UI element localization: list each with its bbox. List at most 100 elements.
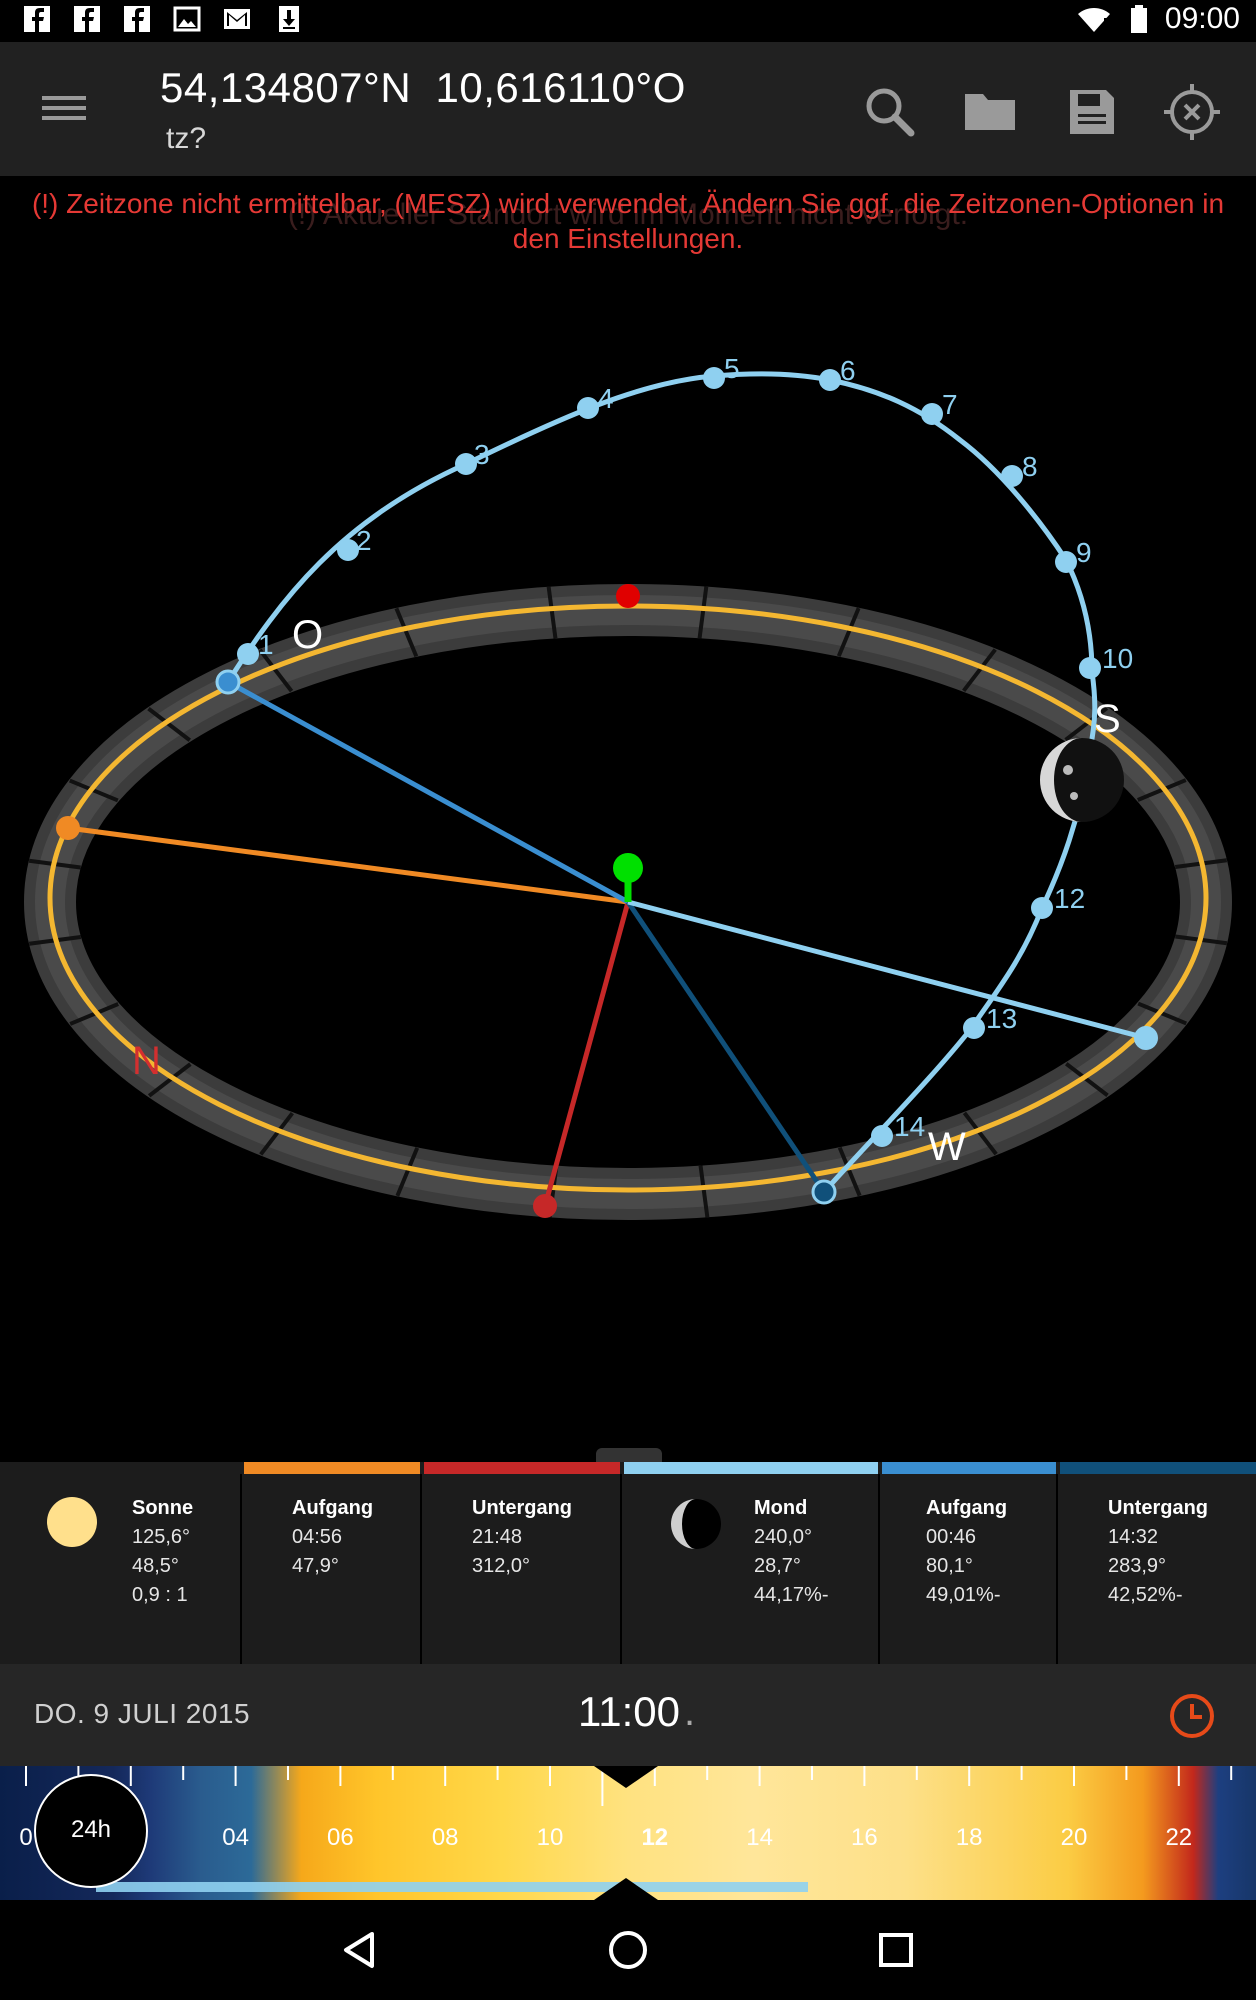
battery-icon xyxy=(1131,5,1147,33)
sunset-time: 21:48 xyxy=(472,1526,523,1548)
sunrise-azimuth-line xyxy=(67,825,629,905)
moonset-azimuth: 283,9° xyxy=(1108,1555,1167,1577)
sun-title: Sonne xyxy=(132,1497,194,1519)
timeline-hour-label: 12 xyxy=(641,1824,669,1851)
facebook-icon xyxy=(24,6,50,32)
folder-icon[interactable] xyxy=(960,82,1020,142)
moon-path xyxy=(225,371,1098,1194)
save-icon[interactable] xyxy=(1062,82,1122,142)
compass-east: O xyxy=(292,613,323,657)
gmail-icon xyxy=(224,9,250,29)
sun-moon-diagram[interactable]: 1 2 3 4 5 6 7 8 9 10 12 13 14 N O S W xyxy=(0,250,1256,1440)
wifi-icon xyxy=(1078,8,1110,32)
compass-west: W xyxy=(928,1125,966,1169)
hour-9-marker xyxy=(1055,551,1077,573)
moon-title: Mond xyxy=(754,1497,808,1519)
timeline-hour-label: 22 xyxy=(1165,1824,1193,1851)
hour-label: 1 xyxy=(258,629,274,660)
sunrise-azimuth: 47,9° xyxy=(292,1555,339,1577)
moonrise-illumination: 49,01%- xyxy=(926,1584,1001,1606)
sunrise-color-strip xyxy=(244,1462,420,1474)
moonrise-marker xyxy=(215,669,241,695)
date-time-row: DO. 9 JULI 2015 11:00 . xyxy=(0,1664,1256,1766)
hour-label: 10 xyxy=(1102,643,1133,674)
date-display[interactable]: DO. 9 JULI 2015 xyxy=(34,1698,250,1730)
moonset-illumination: 42,52%- xyxy=(1108,1584,1183,1606)
moonset-color-strip xyxy=(1060,1462,1256,1474)
recents-icon[interactable] xyxy=(876,1930,916,1970)
timeline-hour-label: 08 xyxy=(431,1824,459,1851)
moon-icon[interactable] xyxy=(1040,738,1124,822)
sun-info[interactable]: Sonne 125,6° 48,5° 0,9 : 1 xyxy=(0,1474,242,1664)
panel-drag-handle[interactable] xyxy=(596,1448,662,1462)
hour-6-marker xyxy=(819,369,841,391)
hour-13-marker xyxy=(963,1017,985,1039)
moonset-marker xyxy=(811,1179,837,1205)
moonrise-info[interactable]: Aufgang 00:46 80,1° 49,01%- xyxy=(880,1474,1058,1664)
timezone-label: tz? xyxy=(166,122,207,155)
hour-label: 7 xyxy=(942,389,958,420)
hour-1-marker xyxy=(237,643,259,665)
search-icon[interactable] xyxy=(860,82,920,142)
home-icon[interactable] xyxy=(606,1928,650,1972)
coordinates-title[interactable]: 54,134807°N 10,616110°O xyxy=(160,64,686,112)
timeline-hour-label: 0 xyxy=(19,1824,33,1851)
hour-label: 8 xyxy=(1022,451,1038,482)
sunset-title: Untergang xyxy=(472,1497,572,1519)
hour-label: 9 xyxy=(1076,537,1092,568)
timeline-top-pointer xyxy=(594,1766,658,1788)
moonrise-azimuth-line xyxy=(226,679,630,905)
time-display[interactable]: 11:00 xyxy=(578,1688,680,1736)
timeline-hour-label: 06 xyxy=(327,1824,354,1851)
hour-label: 6 xyxy=(840,355,856,386)
timeline-hour-label: 20 xyxy=(1060,1824,1088,1851)
moonrise-title: Aufgang xyxy=(926,1497,1008,1519)
hamburger-menu-icon[interactable] xyxy=(38,88,90,128)
moon-phase-icon xyxy=(671,1499,721,1549)
crosshair-icon[interactable] xyxy=(1162,82,1222,142)
sunrise-marker xyxy=(56,816,80,840)
timeline-hour-label: 04 xyxy=(222,1824,249,1851)
timeline-hour-label: 14 xyxy=(746,1824,773,1851)
moon-hour-labels: 1 2 3 4 5 6 7 8 9 10 12 13 14 xyxy=(258,353,1133,1142)
moon-azimuth-marker xyxy=(1134,1026,1158,1050)
timeline-hour-label: 18 xyxy=(955,1824,983,1851)
time-suffix: . xyxy=(684,1690,696,1734)
clock-icon[interactable] xyxy=(1168,1692,1216,1740)
hour-label: 14 xyxy=(894,1111,925,1142)
observer-marker[interactable] xyxy=(613,853,643,883)
sun-ratio: 0,9 : 1 xyxy=(132,1584,188,1606)
sunrise-info[interactable]: Aufgang 04:56 47,9° xyxy=(242,1474,422,1664)
hour-7-marker xyxy=(921,403,943,425)
moon-color-strip xyxy=(624,1462,878,1474)
moonrise-time: 00:46 xyxy=(926,1526,977,1548)
download-icon xyxy=(279,6,299,32)
hour-14-marker xyxy=(871,1125,893,1147)
moonrise-azimuth: 80,1° xyxy=(926,1555,973,1577)
toolbar: 54,134807°N 10,616110°O tz? xyxy=(0,42,1256,176)
moonset-info[interactable]: Untergang 14:32 283,9° 42,52%- xyxy=(1058,1474,1256,1664)
moon-visibility-bar xyxy=(96,1882,808,1892)
sunrise-title: Aufgang xyxy=(292,1497,374,1519)
timezone-warning: (!) Zeitzone nicht ermittelbar, (MESZ) w… xyxy=(31,188,1225,254)
back-icon[interactable] xyxy=(340,1930,380,1970)
status-bar: 09:00 xyxy=(0,0,1256,40)
status-time: 09:00 xyxy=(1164,2,1240,35)
north-marker xyxy=(616,584,640,608)
moon-info[interactable]: Mond 240,0° 28,7° 44,17%- xyxy=(622,1474,880,1664)
sun-icon xyxy=(47,1497,97,1547)
moonrise-color-strip xyxy=(882,1462,1056,1474)
hour-10-marker xyxy=(1079,657,1101,679)
moon-azimuth: 240,0° xyxy=(754,1526,813,1548)
sun-azimuth: 125,6° xyxy=(132,1526,191,1548)
gallery-icon xyxy=(173,6,201,32)
moonset-time: 14:32 xyxy=(1108,1526,1159,1548)
facebook-icon xyxy=(124,6,150,32)
mode-24h-button[interactable]: 24h xyxy=(34,1774,148,1888)
moonset-title: Untergang xyxy=(1108,1497,1208,1519)
sunset-color-strip xyxy=(424,1462,620,1474)
timeline-slider[interactable]: 00204060810121416182022 xyxy=(0,1766,1256,1900)
sunset-info[interactable]: Untergang 21:48 312,0° xyxy=(422,1474,622,1664)
hour-label: 5 xyxy=(724,353,740,384)
hour-label: 12 xyxy=(1054,883,1085,914)
